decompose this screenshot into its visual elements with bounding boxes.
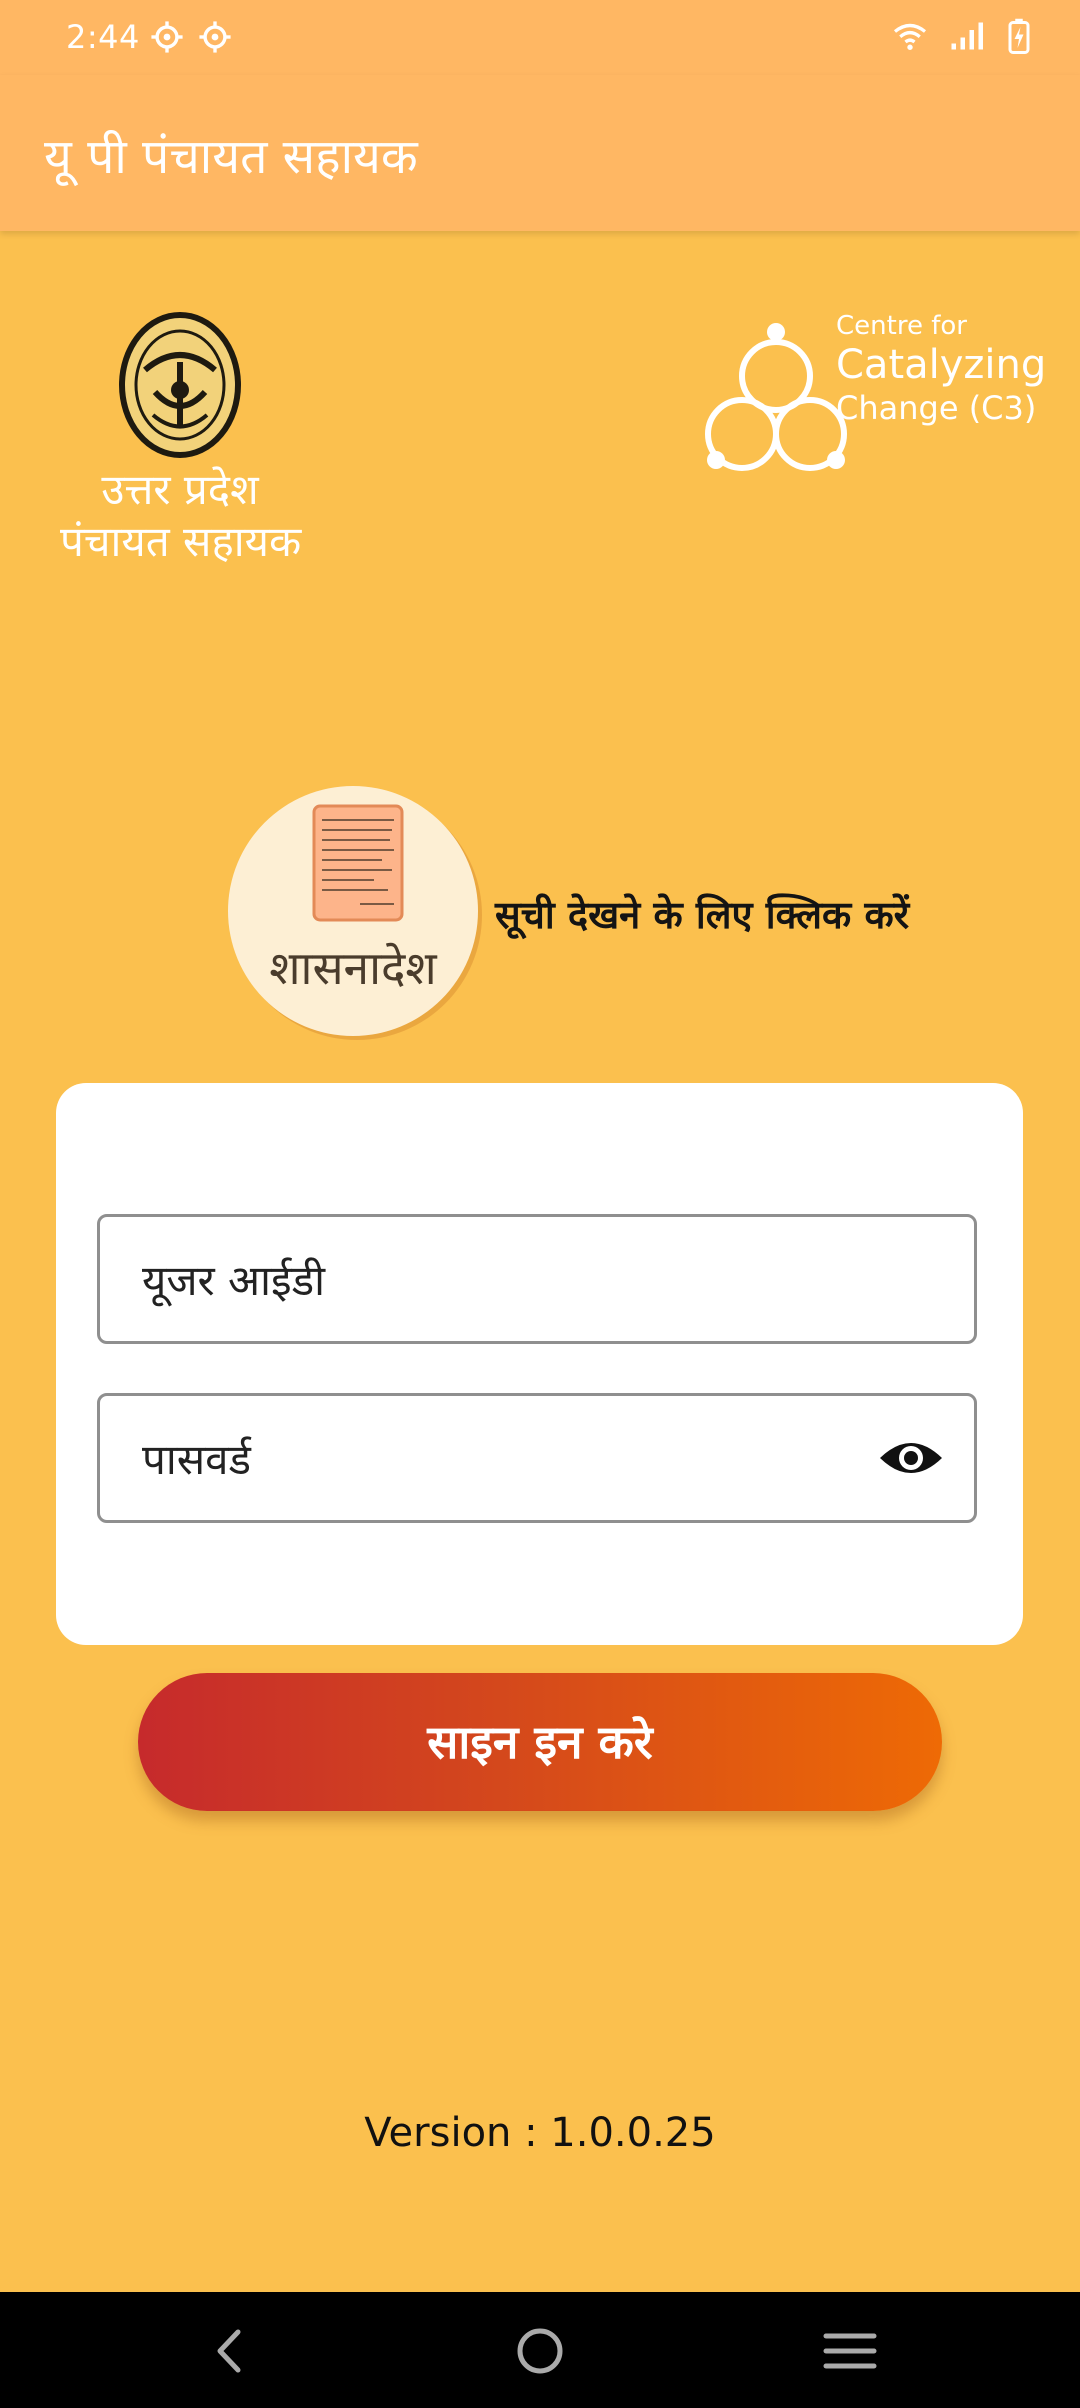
battery-charging-icon [1008,18,1030,54]
up-emblem-icon [119,312,241,458]
up-logo-line2: पंचायत सहायक [60,517,302,566]
app-bar: यू पी पंचायत सहायक [0,75,1080,231]
sign-in-button[interactable]: साइन इन करे [138,1673,942,1811]
navigation-bar [0,2292,1080,2408]
shasanadesh-label: शासनादेश [269,941,437,995]
c3-line2: Catalyzing [836,342,1047,388]
user-id-input[interactable] [140,1217,864,1343]
document-icon [312,804,404,922]
up-logo-line1: उत्तर प्रदेश [101,465,259,514]
up-panchayat-logo: उत्तर प्रदेश पंचायत सहायक [60,310,302,590]
shasanadesh-hint[interactable]: सूची देखने के लिए क्लिक करें [495,888,909,940]
status-time: 2:44 [66,18,140,56]
back-icon[interactable] [200,2324,260,2378]
c3-logo: Centre for Catalyzing Change (C3) [700,310,1046,490]
home-icon[interactable] [510,2324,570,2378]
gear-icon [151,21,183,53]
gear-icon [199,21,231,53]
login-card [56,1083,1023,1645]
status-icons-left [150,20,232,54]
password-field[interactable] [97,1393,977,1523]
app-title: यू पी पंचायत सहायक [44,129,418,185]
version-label: Version : 1.0.0.25 [364,2110,716,2156]
menu-icon[interactable] [820,2324,880,2378]
shasanadesh-button[interactable]: शासनादेश [228,786,478,1036]
user-id-field[interactable] [97,1214,977,1344]
eye-icon[interactable] [878,1436,944,1480]
signal-icon [951,22,983,50]
status-icons-right [892,18,1030,54]
c3-line1: Centre for [836,311,967,341]
password-input[interactable] [140,1396,864,1522]
c3-line3: Change (C3) [836,389,1037,427]
c3-rings-icon [705,323,847,471]
wifi-icon [893,23,927,50]
status-bar: 2:44 [0,0,1080,75]
